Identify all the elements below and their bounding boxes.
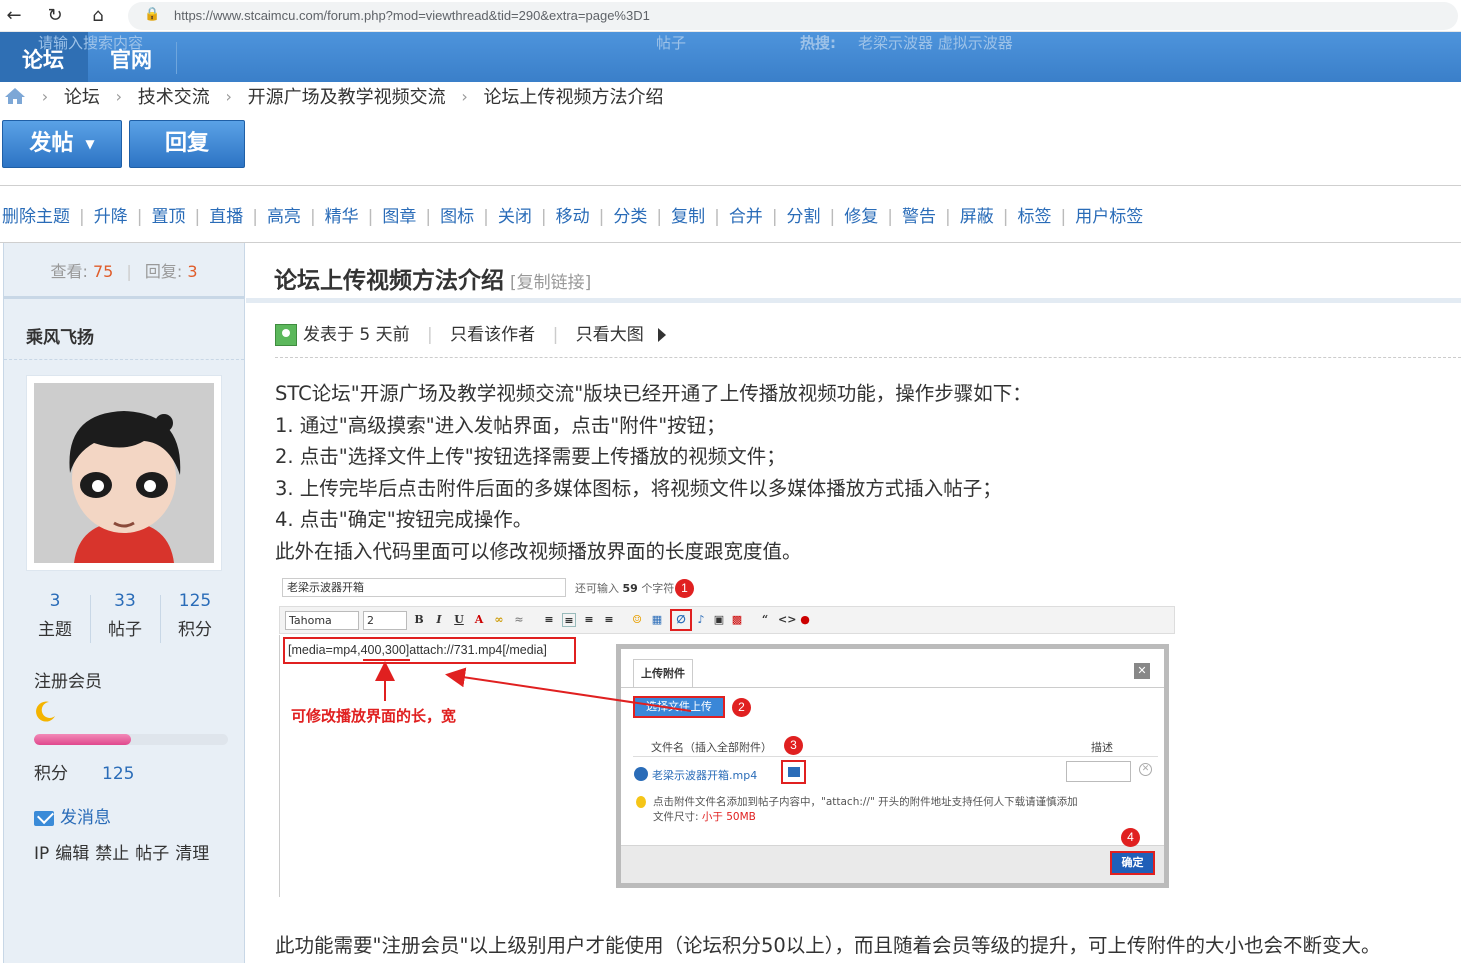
embedded-screenshot[interactable]: 老梁示波器开箱 还可输入 59 个字符 1 Tahoma 2 B I U A ∞… (279, 575, 1179, 897)
browser-toolbar: ← ↻ ⌂ 🔒 https://www.stcaimcu.com/forum.p… (0, 0, 1461, 32)
annotation-arrows (375, 661, 692, 712)
replies-count: 3 (187, 262, 198, 281)
author-counts: 3 主题 33 帖子 125 积分 (20, 591, 230, 645)
admin-posts-link[interactable]: 帖子 (135, 844, 169, 864)
mod-action-link[interactable]: 置顶 (151, 207, 185, 227)
user-group[interactable]: 注册会员 (34, 667, 102, 692)
post-meta: 发表于 5 天前 | 只看该作者 | 只看大图 (275, 320, 666, 346)
thread-title-bar: 论坛上传视频方法介绍 [复制链接] (246, 243, 1461, 303)
post-footer-text: 此功能需要"注册会员"以上级别用户才能使用（论坛积分50以上），而且随着会员等级… (275, 934, 1381, 957)
mod-action-link[interactable]: 高亮 (267, 207, 301, 227)
mod-action-link[interactable]: 精华 (325, 207, 359, 227)
mod-action-link[interactable]: 分割 (787, 207, 821, 227)
mod-action-link[interactable]: 移动 (556, 207, 590, 227)
admin-ip-link[interactable]: IP (34, 844, 49, 864)
thread-stats: 查看: 75 | 回复: 3 (4, 243, 244, 299)
mod-action-link[interactable]: 屏蔽 (960, 207, 994, 227)
ghost-hot-label: 热搜: (800, 34, 836, 52)
lock-icon: 🔒 (144, 7, 161, 22)
divider (0, 185, 1461, 186)
url-text: https://www.stcaimcu.com/forum.php?mod=v… (174, 8, 650, 23)
mod-action-link[interactable]: 复制 (671, 207, 705, 227)
views-count: 75 (92, 262, 114, 281)
mod-action-link[interactable]: 合并 (729, 207, 763, 227)
mod-action-link[interactable]: 分类 (613, 207, 647, 227)
tab-divider (176, 42, 177, 74)
tab-official-site[interactable]: 官网 (110, 44, 152, 74)
body-line: 4. 点击"确定"按钮完成操作。 (275, 508, 533, 531)
breadcrumb-thread[interactable]: 论坛上传视频方法介绍 (484, 87, 664, 108)
only-images-link[interactable]: 只看大图 (576, 325, 644, 345)
mod-action-link[interactable]: 删除主题 (2, 207, 70, 227)
score-row: 积分 125 (34, 764, 135, 784)
moderation-bar: 删除主题 | 升降 | 置顶 | 直播 | 高亮 | 精华 | 图章 | 图标 | 关闭 | 移动 | 分类 | 复制 | 合并… (2, 207, 1144, 227)
copy-link[interactable]: [复制链接] (510, 273, 591, 293)
mod-action-link[interactable]: 图标 (440, 207, 474, 227)
mod-action-link[interactable]: 图章 (382, 207, 416, 227)
mod-action-link[interactable]: 升降 (94, 207, 128, 227)
reply-button[interactable]: 回复 (129, 120, 245, 168)
admin-clean-link[interactable]: 清理 (175, 844, 209, 864)
mod-action-link[interactable]: 关闭 (498, 207, 532, 227)
avatar[interactable] (26, 375, 222, 571)
post-body: STC论坛"开源广场及教学视频交流"版块已经开通了上传播放视频功能，操作步骤如下… (275, 378, 1032, 567)
breadcrumb-tech[interactable]: 技术交流 (138, 87, 210, 108)
admin-ban-link[interactable]: 禁止 (95, 844, 129, 864)
tab-forum[interactable]: 论坛 (22, 44, 64, 74)
admin-links: IP 编辑 禁止 帖子 清理 (34, 839, 215, 864)
breadcrumb-forum[interactable]: 论坛 (64, 87, 100, 108)
mod-action-link[interactable]: 用户标签 (1075, 207, 1143, 227)
breadcrumb: › 论坛 › 技术交流 › 开源广场及教学视频交流 › 论坛上传视频方法介绍 (0, 83, 664, 108)
breadcrumb-board[interactable]: 开源广场及教学视频交流 (248, 87, 446, 108)
ghost-type-text: 帖子 (656, 34, 687, 52)
body-line: 3. 上传完毕后点击附件后面的多媒体图标，将视频文件以多媒体播放方式插入帖子； (275, 476, 1002, 500)
home-icon[interactable] (4, 87, 26, 105)
new-post-button[interactable]: 发帖 ▼ (2, 120, 122, 168)
body-line: 1. 通过"高级摸索"进入发帖界面，点击"附件"按钮； (275, 413, 726, 437)
mod-action-link[interactable]: 直播 (209, 207, 243, 227)
mod-action-link[interactable]: 修复 (844, 207, 878, 227)
home-icon[interactable]: ⌂ (86, 4, 110, 28)
score-value: 125 (102, 764, 135, 784)
mod-action-link[interactable]: 标签 (1017, 207, 1051, 227)
mod-action-link[interactable]: 警告 (902, 207, 936, 227)
play-arrow-icon (657, 328, 666, 342)
post-count[interactable]: 33 帖子 (90, 591, 160, 640)
address-bar[interactable]: 🔒 https://www.stcaimcu.com/forum.php?mod… (128, 2, 1458, 30)
moon-icon (36, 701, 55, 722)
body-line: 2. 点击"选择文件上传"按钮选择需要上传播放的视频文件； (275, 445, 786, 468)
online-status-icon (275, 324, 297, 346)
credit-count[interactable]: 125 积分 (160, 591, 230, 640)
post-time: 发表于 5 天前 (303, 325, 410, 345)
page-title: 论坛上传视频方法介绍 [复制链接] (274, 268, 592, 294)
reload-icon[interactable]: ↻ (43, 4, 67, 28)
ghost-hot-terms: 老梁示波器 虚拟示波器 (858, 34, 1013, 52)
chevron-down-icon: ▼ (85, 137, 95, 151)
send-message-link[interactable]: 发消息 (34, 803, 111, 828)
body-line: 此外在插入代码里面可以修改视频播放界面的长度跟宽度值。 (275, 539, 802, 563)
topic-count[interactable]: 3 主题 (20, 591, 90, 640)
back-icon[interactable]: ← (2, 4, 26, 28)
avatar-image (34, 383, 214, 563)
admin-edit-link[interactable]: 编辑 (55, 844, 89, 864)
mail-icon (34, 810, 54, 826)
author-sidebar: 查看: 75 | 回复: 3 乘风飞扬 3 主题 33 帖子 125 积分 注册… (3, 243, 245, 963)
forum-header: 请输入搜索内容 帖子 热搜: 老梁示波器 虚拟示波器 论坛 官网 (0, 32, 1461, 82)
author-name[interactable]: 乘风飞扬 (26, 323, 94, 348)
level-progress (34, 734, 228, 745)
body-line: STC论坛"开源广场及教学视频交流"版块已经开通了上传播放视频功能，操作步骤如下… (275, 382, 1032, 405)
only-author-link[interactable]: 只看该作者 (450, 325, 535, 345)
